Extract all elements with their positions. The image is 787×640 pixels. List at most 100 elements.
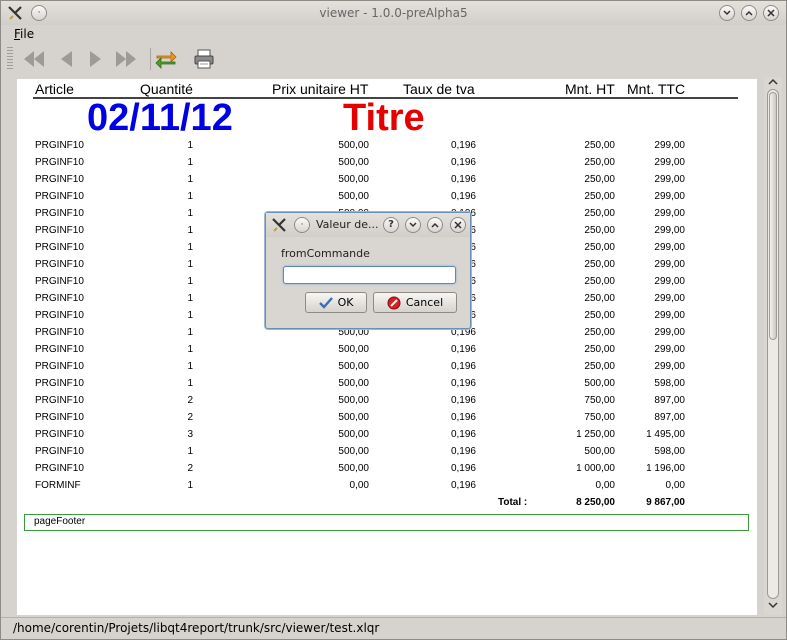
menu-bar: File <box>1 25 786 43</box>
toolbar-grip[interactable] <box>7 47 13 71</box>
refresh-button[interactable] <box>153 46 179 72</box>
first-page-icon <box>24 51 44 67</box>
scroll-up-button[interactable] <box>767 78 779 88</box>
from-commande-input[interactable] <box>283 266 456 284</box>
cell-mnt-ttc: 598,00 <box>654 378 685 389</box>
chevron-down-icon <box>723 10 731 16</box>
last-page-button[interactable] <box>113 46 139 72</box>
cell-quantite: 2 <box>187 412 193 423</box>
chevron-up-icon <box>431 222 439 228</box>
previous-page-icon <box>61 51 72 67</box>
question-icon: ? <box>388 219 394 230</box>
cell-quantite: 1 <box>187 276 193 287</box>
cell-article: PRGINF10 <box>35 174 84 185</box>
cell-mnt-ttc: 598,00 <box>654 446 685 457</box>
refresh-icon <box>155 51 177 69</box>
scroll-thumb[interactable] <box>769 92 777 340</box>
cell-article: PRGINF10 <box>35 361 84 372</box>
cell-mnt-ttc: 299,00 <box>654 293 685 304</box>
cell-mnt-ht: 750,00 <box>584 395 615 406</box>
cell-mnt-ttc: 299,00 <box>654 259 685 270</box>
cell-article: FORMINF <box>35 480 81 491</box>
cell-mnt-ttc: 299,00 <box>654 276 685 287</box>
cell-prix: 500,00 <box>338 429 369 440</box>
dialog-close-button[interactable] <box>450 217 466 233</box>
cell-mnt-ht: 250,00 <box>584 259 615 270</box>
cell-mnt-ttc: 897,00 <box>654 412 685 423</box>
table-row: PRGINF10 1 500,00 0,196 500,00 598,00 <box>1 376 787 393</box>
cancel-button[interactable]: Cancel <box>373 292 457 313</box>
cell-mnt-ht: 750,00 <box>584 412 615 423</box>
page-footer-label: pageFooter <box>34 516 86 527</box>
dialog-title-bar[interactable]: · Valeur de... ? <box>266 213 470 237</box>
dialog-minimize-button[interactable] <box>405 217 421 233</box>
dialog-sticky-button[interactable]: · <box>294 217 310 233</box>
cell-quantite: 3 <box>187 429 193 440</box>
maximize-button[interactable] <box>741 5 757 21</box>
chevron-down-icon <box>768 602 778 609</box>
print-button[interactable] <box>191 46 217 72</box>
cell-prix: 0,00 <box>349 480 369 491</box>
print-icon <box>194 49 214 69</box>
menu-file[interactable]: File <box>14 27 34 41</box>
title-bar[interactable]: · viewer - 1.0.0-preAlpha5 <box>1 1 786 25</box>
cell-quantite: 1 <box>187 361 193 372</box>
cell-prix: 500,00 <box>338 174 369 185</box>
cell-mnt-ht: 250,00 <box>584 293 615 304</box>
cell-prix: 500,00 <box>338 344 369 355</box>
cell-mnt-ht: 250,00 <box>584 208 615 219</box>
cell-quantite: 1 <box>187 242 193 253</box>
dialog-maximize-button[interactable] <box>427 217 443 233</box>
window-title: viewer - 1.0.0-preAlpha5 <box>319 6 468 20</box>
ok-button[interactable]: OK <box>305 292 367 313</box>
cell-mnt-ht: 1 250,00 <box>576 429 615 440</box>
cell-quantite: 1 <box>187 293 193 304</box>
previous-page-button[interactable] <box>53 46 79 72</box>
cell-article: PRGINF10 <box>35 242 84 253</box>
dialog-help-button[interactable]: ? <box>383 217 399 233</box>
ok-button-label: OK <box>337 296 354 309</box>
cell-taux: 0,196 <box>450 378 476 389</box>
scroll-down-button[interactable] <box>767 601 779 611</box>
status-file-path: /home/corentin/Projets/libqt4report/trun… <box>13 621 380 635</box>
header-article: Article <box>35 81 74 97</box>
cell-mnt-ht: 250,00 <box>584 140 615 151</box>
next-page-icon <box>90 51 101 67</box>
cell-mnt-ht: 500,00 <box>584 378 615 389</box>
table-row: PRGINF10 1 500,00 0,196 500,00 598,00 <box>1 444 787 461</box>
cell-article: PRGINF10 <box>35 276 84 287</box>
first-page-button[interactable] <box>21 46 47 72</box>
cell-mnt-ht: 250,00 <box>584 174 615 185</box>
cell-quantite: 1 <box>187 327 193 338</box>
table-row: PRGINF10 1 500,00 0,196 250,00 299,00 <box>1 172 787 189</box>
cell-mnt-ttc: 0,00 <box>665 480 685 491</box>
cell-article: PRGINF10 <box>35 378 84 389</box>
dialog-title: Valeur de... <box>316 218 379 231</box>
header-mnt-ttc: Mnt. TTC <box>627 81 686 97</box>
dot-icon: · <box>300 220 304 230</box>
close-button[interactable] <box>763 5 779 21</box>
vertical-scrollbar[interactable] <box>764 77 782 615</box>
cell-mnt-ht: 1 000,00 <box>576 463 615 474</box>
cell-quantite: 1 <box>187 259 193 270</box>
table-row: PRGINF10 2 500,00 0,196 750,00 897,00 <box>1 393 787 410</box>
dialog-app-icon[interactable] <box>271 217 287 233</box>
help-button[interactable] <box>719 5 735 21</box>
cell-mnt-ttc: 299,00 <box>654 344 685 355</box>
cell-quantite: 1 <box>187 157 193 168</box>
cell-prix: 500,00 <box>338 191 369 202</box>
cell-mnt-ht: 250,00 <box>584 157 615 168</box>
cell-taux: 0,196 <box>450 157 476 168</box>
scroll-track[interactable] <box>767 89 779 599</box>
close-icon <box>767 9 775 17</box>
chevron-up-icon <box>768 78 778 85</box>
cell-article: PRGINF10 <box>35 225 84 236</box>
cell-mnt-ttc: 1 495,00 <box>646 429 685 440</box>
cell-article: PRGINF10 <box>35 446 84 457</box>
cell-mnt-ht: 250,00 <box>584 327 615 338</box>
page-footer: pageFooter <box>24 514 749 531</box>
table-row: PRGINF10 2 500,00 0,196 1 000,00 1 196,00 <box>1 461 787 478</box>
next-page-button[interactable] <box>83 46 109 72</box>
cell-mnt-ht: 250,00 <box>584 276 615 287</box>
cell-prix: 500,00 <box>338 395 369 406</box>
